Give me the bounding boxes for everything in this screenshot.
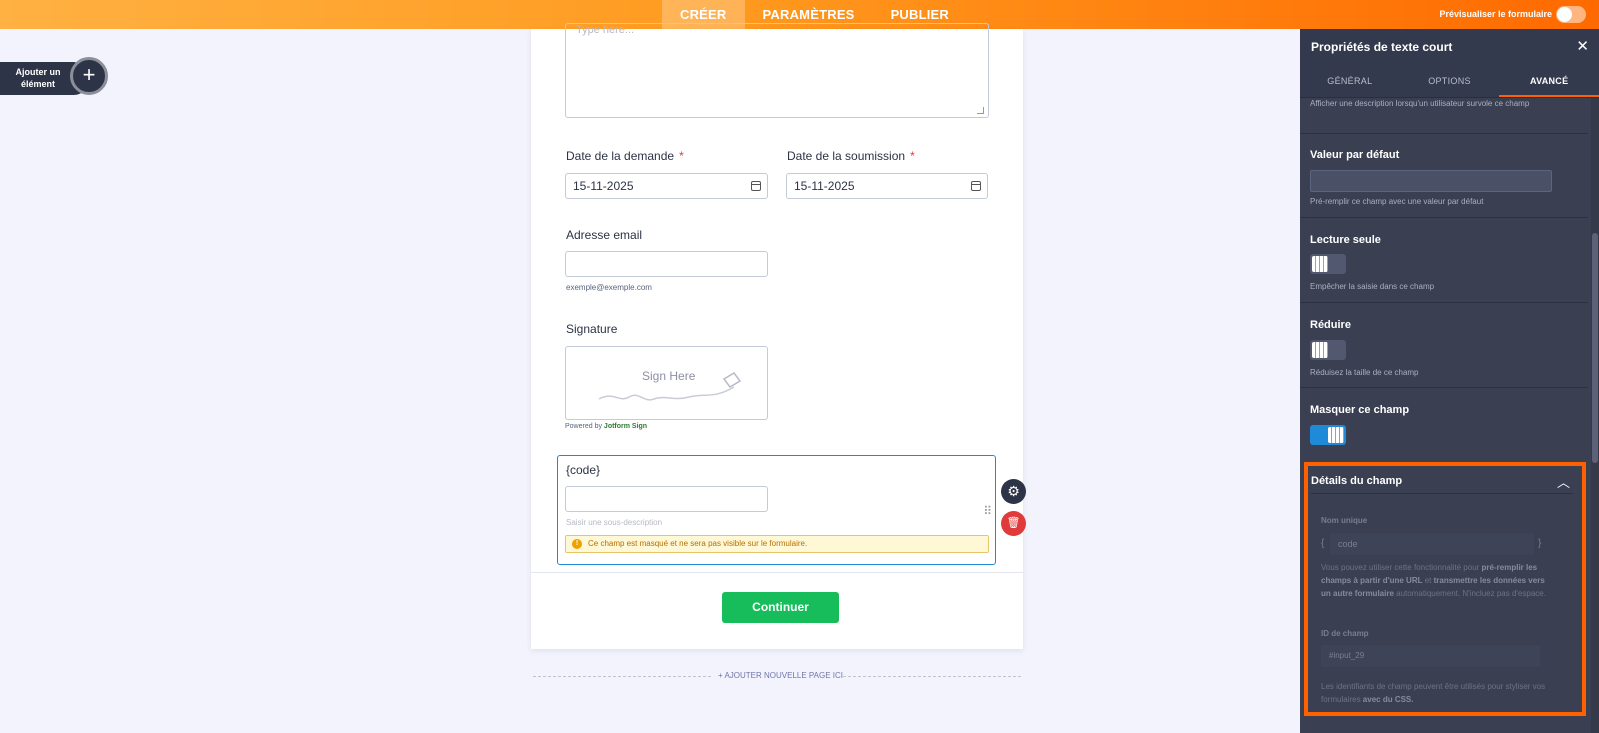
close-icon[interactable]: ✕ [1576, 37, 1589, 55]
continue-button[interactable]: Continuer [722, 592, 839, 623]
add-element-button[interactable]: Ajouter un élément + [0, 57, 108, 95]
date-request-value: 15-11-2025 [573, 179, 634, 193]
date-request-label-text: Date de la demande [566, 149, 675, 163]
section-divider [1311, 493, 1573, 494]
id-desc-part: Les identifiants de champ peuvent être u… [1321, 682, 1546, 704]
readonly-title: Lecture seule [1310, 234, 1381, 246]
date-submit-value: 15-11-2025 [794, 179, 855, 193]
shrink-toggle[interactable] [1310, 340, 1346, 360]
default-value-description: Pré-remplir ce champ avec une valeur par… [1310, 197, 1484, 206]
tab-advanced[interactable]: AVANCÉ [1499, 65, 1599, 97]
code-input[interactable] [565, 486, 768, 512]
toggle-knob [1557, 7, 1572, 22]
date-submit-label: Date de la soumission * [787, 149, 915, 163]
code-sublabel[interactable]: Saisir une sous-description [566, 518, 662, 527]
dashed-line [533, 676, 711, 677]
warning-icon: ! [572, 539, 582, 549]
field-id-input[interactable]: #input_29 [1321, 645, 1540, 667]
date-request-input[interactable]: 15-11-2025 [565, 173, 768, 199]
delete-field-trash-icon[interactable]: 🗑 [1001, 511, 1026, 536]
hide-field-title: Masquer ce champ [1310, 404, 1410, 416]
unique-desc-part: et [1422, 576, 1434, 585]
signature-label: Signature [566, 322, 618, 336]
preview-label: Prévisualiser le formulaire [1439, 9, 1552, 19]
tab-options[interactable]: OPTIONS [1400, 65, 1500, 97]
hidden-field-warning: ! Ce champ est masqué et ne sera pas vis… [565, 535, 989, 553]
drag-handle-icon[interactable]: ⠿ [983, 504, 992, 518]
shrink-title: Réduire [1310, 319, 1351, 331]
date-submit-label-text: Date de la soumission [787, 149, 906, 163]
brace-close: } [1538, 538, 1542, 549]
field-id-description: Les identifiants de champ peuvent être u… [1321, 680, 1546, 706]
textarea-placeholder: Type here... [576, 24, 635, 36]
signature-pad[interactable]: Sign Here [565, 346, 768, 420]
unique-name-description: Vous pouvez utiliser cette fonctionnalit… [1321, 561, 1546, 600]
calendar-icon[interactable] [971, 181, 981, 191]
resize-handle-icon[interactable] [977, 107, 984, 114]
panel-tabs: GÉNÉRAL OPTIONS AVANCÉ [1300, 65, 1599, 98]
required-asterisk: * [679, 149, 684, 163]
section-divider [1300, 217, 1588, 218]
unique-desc-part: Vous pouvez utiliser cette fonctionnalit… [1321, 563, 1482, 572]
code-field-label[interactable]: {code} [566, 463, 600, 477]
dashed-line [843, 676, 1021, 677]
add-page-label[interactable]: + AJOUTER NOUVELLE PAGE ICI [718, 671, 843, 680]
unique-desc-part: automatiquement. N'incluez pas d'espace. [1393, 589, 1546, 598]
required-asterisk: * [910, 149, 915, 163]
date-request-label: Date de la demande * [566, 149, 684, 163]
date-submit-input[interactable]: 15-11-2025 [786, 173, 988, 199]
toggle-knob [1328, 427, 1344, 443]
readonly-description: Empêcher la saisie dans ce champ [1310, 282, 1435, 291]
section-divider [1300, 133, 1588, 134]
jotform-sign-link[interactable]: Jotform Sign [604, 423, 647, 430]
shrink-description: Réduisez la taille de ce champ [1310, 368, 1419, 377]
field-details-section: Détails du champ ︿ Nom unique { code } V… [1304, 462, 1586, 716]
panel-header: Propriétés de texte court ✕ [1300, 29, 1599, 65]
toggle-knob [1312, 342, 1328, 358]
add-new-page[interactable]: + AJOUTER NOUVELLE PAGE ICI [533, 670, 1021, 684]
panel-title: Propriétés de texte court [1311, 40, 1453, 54]
field-settings-gear-icon[interactable]: ⚙ [1001, 479, 1026, 504]
field-details-title: Détails du champ [1311, 475, 1403, 487]
panel-scrollbar[interactable] [1591, 98, 1599, 733]
long-text-field[interactable]: Type here... [565, 23, 989, 118]
default-value-title: Valeur par défaut [1310, 149, 1400, 161]
toggle-knob [1312, 256, 1328, 272]
id-desc-bold: avec du CSS. [1362, 695, 1414, 704]
selected-code-field[interactable]: {code} Saisir une sous-description ! Ce … [557, 455, 996, 565]
unique-name-label: Nom unique [1321, 516, 1368, 525]
readonly-toggle[interactable] [1310, 254, 1346, 274]
plus-icon[interactable]: + [70, 57, 108, 95]
chevron-up-icon[interactable]: ︿ [1557, 472, 1570, 491]
form-card: Type here... Date de la demande * Date de… [531, 23, 1023, 649]
signature-scribble-icon [598, 372, 742, 401]
scrollbar-thumb[interactable] [1592, 233, 1598, 463]
calendar-icon[interactable] [751, 181, 761, 191]
section-divider [1300, 387, 1588, 388]
properties-panel: Propriétés de texte court ✕ GÉNÉRAL OPTI… [1300, 29, 1599, 733]
preview-toggle[interactable] [1556, 6, 1586, 23]
field-id-label: ID de champ [1321, 629, 1369, 638]
add-element-label: Ajouter un élément [15, 67, 61, 89]
powered-prefix: Powered by [565, 423, 602, 430]
page-divider [531, 572, 1023, 573]
email-input[interactable] [565, 251, 768, 277]
hover-text-description: Afficher une description lorsqu'un utili… [1310, 99, 1530, 108]
section-divider [1300, 302, 1588, 303]
tab-general[interactable]: GÉNÉRAL [1300, 65, 1400, 97]
powered-by: Powered by Jotform Sign [565, 423, 647, 430]
hide-field-toggle[interactable] [1310, 425, 1346, 445]
email-label: Adresse email [566, 228, 643, 242]
default-value-input[interactable] [1310, 170, 1552, 192]
brace-open: { [1321, 538, 1325, 549]
unique-name-input[interactable]: code [1330, 533, 1534, 555]
email-sublabel: exemple@exemple.com [566, 283, 652, 292]
hidden-warning-text: Ce champ est masqué et ne sera pas visib… [588, 539, 808, 548]
